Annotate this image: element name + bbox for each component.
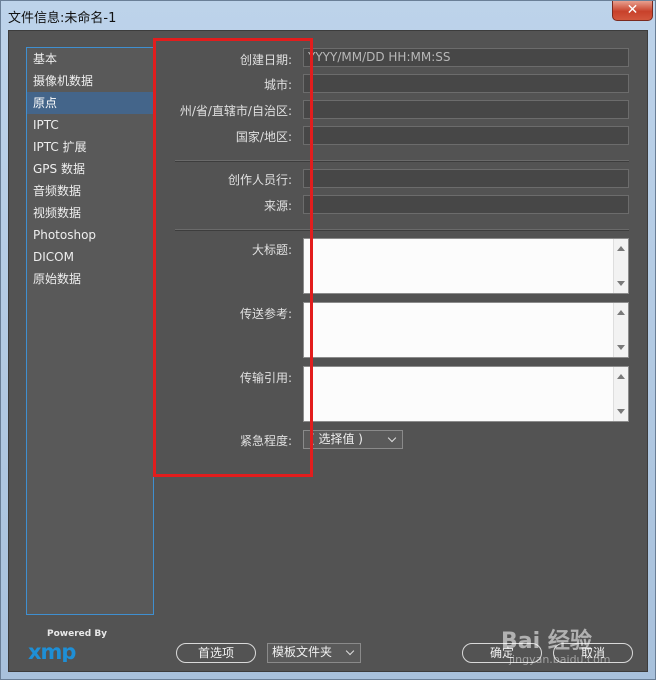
city-field[interactable] xyxy=(303,74,629,93)
preferences-button[interactable]: 首选项 xyxy=(176,643,256,663)
credit-line-field[interactable] xyxy=(303,169,629,188)
sidebar-item-iptc-extension[interactable]: IPTC 扩展 xyxy=(27,136,153,158)
sidebar-item-camera-data[interactable]: 摄像机数据 xyxy=(27,70,153,92)
scroll-up-icon[interactable] xyxy=(617,310,625,315)
xmp-logo: Powered By xmp xyxy=(27,629,107,663)
sidebar-item-dicom[interactable]: DICOM xyxy=(27,246,153,268)
sidebar-item-audio-data[interactable]: 音频数据 xyxy=(27,180,153,202)
sidebar-item-basic[interactable]: 基本 xyxy=(27,48,153,70)
sidebar-item-iptc[interactable]: IPTC xyxy=(27,114,153,136)
category-sidebar: 基本 摄像机数据 原点 IPTC IPTC 扩展 GPS 数据 音频数据 视频数… xyxy=(26,47,154,615)
sidebar-item-origin[interactable]: 原点 xyxy=(27,92,153,114)
window-title: 文件信息:未命名-1 xyxy=(8,11,117,26)
date-created-field[interactable]: YYYY/MM/DD HH:MM:SS xyxy=(303,48,629,67)
baidu-watermark: Bai 经验 xyxy=(501,629,592,654)
scroll-down-icon[interactable] xyxy=(617,281,625,286)
title-bar[interactable]: 文件信息:未命名-1 ✕ xyxy=(1,1,655,29)
highlight-box xyxy=(153,38,313,477)
transmission-reference-textarea[interactable] xyxy=(303,302,629,358)
powered-by-text: Powered By xyxy=(47,629,108,639)
baidu-watermark-url: jingyan.baidu.com xyxy=(509,653,611,666)
date-created-placeholder: YYYY/MM/DD HH:MM:SS xyxy=(308,50,451,64)
chevron-down-icon xyxy=(387,433,397,443)
scrollbar[interactable] xyxy=(613,239,628,293)
scroll-down-icon[interactable] xyxy=(617,409,625,414)
sidebar-item-gps-data[interactable]: GPS 数据 xyxy=(27,158,153,180)
scrollbar[interactable] xyxy=(613,303,628,357)
urgency-select[interactable]: ( 选择值 ) xyxy=(303,430,403,449)
scroll-down-icon[interactable] xyxy=(617,345,625,350)
xmp-wordmark: xmp xyxy=(28,640,76,662)
file-info-dialog: 文件信息:未命名-1 ✕ 基本 摄像机数据 原点 IPTC IPTC 扩展 GP… xyxy=(0,0,656,680)
template-folder-select[interactable]: 模板文件夹 xyxy=(267,643,361,663)
sidebar-item-raw-data[interactable]: 原始数据 xyxy=(27,268,153,290)
sidebar-item-video-data[interactable]: 视频数据 xyxy=(27,202,153,224)
template-folder-label: 模板文件夹 xyxy=(272,645,333,659)
instructions-textarea[interactable] xyxy=(303,366,629,422)
chevron-down-icon xyxy=(345,646,355,656)
source-field[interactable] xyxy=(303,195,629,214)
close-button[interactable]: ✕ xyxy=(612,1,653,21)
xmp-wordmark-icon: xmp xyxy=(28,640,77,662)
scroll-up-icon[interactable] xyxy=(617,246,625,251)
sidebar-item-photoshop[interactable]: Photoshop xyxy=(27,224,153,246)
scrollbar[interactable] xyxy=(613,367,628,421)
scroll-up-icon[interactable] xyxy=(617,374,625,379)
headline-textarea[interactable] xyxy=(303,238,629,294)
dialog-body: 基本 摄像机数据 原点 IPTC IPTC 扩展 GPS 数据 音频数据 视频数… xyxy=(8,30,648,672)
close-icon: ✕ xyxy=(626,2,639,18)
state-field[interactable] xyxy=(303,100,629,119)
country-field[interactable] xyxy=(303,126,629,145)
urgency-selected-value: ( 选择值 ) xyxy=(310,432,363,446)
preferences-button-label: 首选项 xyxy=(197,646,234,660)
